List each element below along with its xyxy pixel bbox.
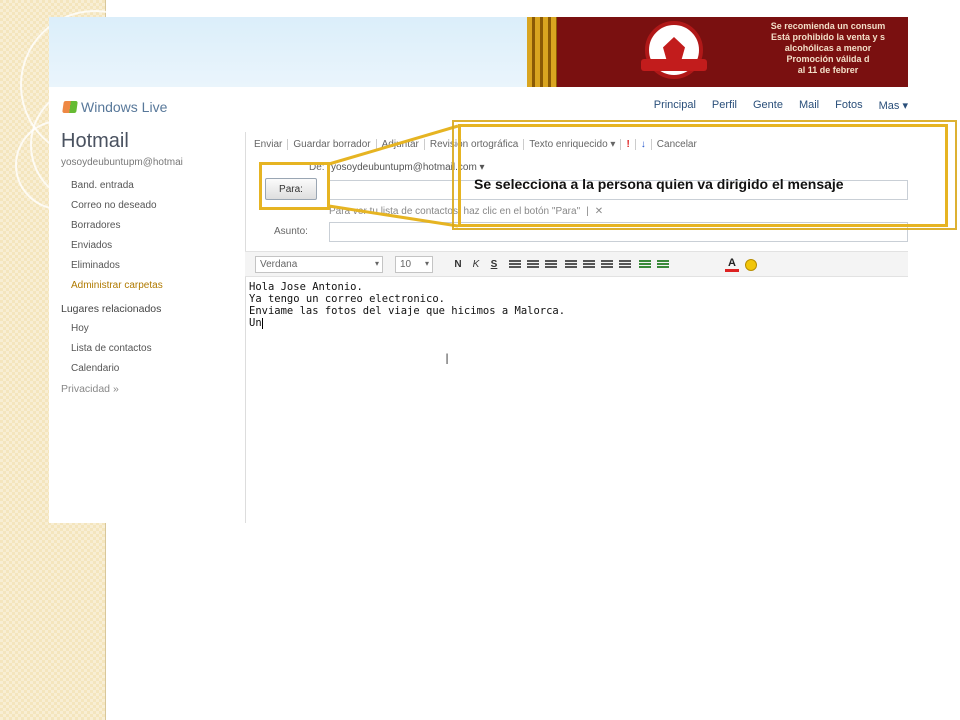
sidebar-item-contacts[interactable]: Lista de contactos [71, 343, 152, 354]
body-line: Ya tengo un correo electronico. [249, 293, 445, 305]
sidebar-item-privacy[interactable]: Privacidad » [61, 383, 119, 395]
underline-button[interactable]: S [486, 256, 502, 273]
curtain-graphic [527, 17, 557, 87]
font-family-select[interactable]: Verdana ▾ [255, 256, 383, 273]
chevron-down-icon: ▾ [374, 259, 379, 268]
chevron-down-icon: ▾ [424, 259, 429, 268]
ibeam-cursor-icon: I [445, 352, 450, 368]
attach-button[interactable]: Adjuntar [377, 138, 425, 150]
emoticon-icon[interactable] [745, 259, 757, 271]
font-color-icon[interactable]: A [725, 258, 739, 272]
body-line-current: Un [249, 317, 899, 329]
sidebar-item-inbox[interactable]: Band. entrada [71, 180, 134, 191]
callout-text: Se selecciona a la persona quien va diri… [474, 176, 844, 192]
advertisement-banner[interactable]: Se recomienda un consum Está prohibido l… [527, 17, 908, 87]
sidebar-item-drafts[interactable]: Borradores [71, 220, 120, 231]
align-right-icon[interactable] [545, 260, 557, 269]
text-caret [261, 317, 263, 329]
sidebar-item-manage-folders[interactable]: Administrar carpetas [71, 280, 163, 291]
windows-live-logo[interactable]: Windows Live [62, 99, 168, 115]
promo-line: alcohólicas a menor [784, 43, 872, 53]
nav-link-gente[interactable]: Gente [753, 99, 783, 112]
promo-line: Está prohibido la venta y s [770, 32, 886, 42]
body-line-text: Un [249, 317, 262, 329]
highlight-icon[interactable] [639, 260, 651, 269]
indent-icon[interactable] [619, 260, 631, 269]
sidebar-item-sent[interactable]: Enviados [71, 240, 112, 251]
nav-link-mail[interactable]: Mail [799, 99, 819, 112]
promo-line: al 11 de febrer [797, 65, 859, 75]
bullet-list-icon[interactable] [583, 260, 595, 269]
bold-button[interactable]: N [450, 256, 466, 273]
nav-link-principal[interactable]: Principal [654, 99, 696, 112]
italic-button[interactable]: K [468, 256, 484, 273]
nav-link-fotos[interactable]: Fotos [835, 99, 863, 112]
subject-label: Asunto: [274, 226, 308, 237]
sidebar-item-calendar[interactable]: Calendario [71, 363, 119, 374]
brand-logo-band [641, 59, 707, 71]
promo-line: Promoción válida d [786, 54, 870, 64]
promo-line: Se recomienda un consum [770, 21, 886, 31]
to-button-highlight [259, 162, 330, 210]
font-size-value: 10 [400, 259, 412, 270]
format-toolbar: Verdana ▾ 10 ▾ N K S A [245, 251, 908, 277]
font-size-select[interactable]: 10 ▾ [395, 256, 433, 273]
numbered-list-icon[interactable] [565, 260, 577, 269]
align-center-icon[interactable] [527, 260, 539, 269]
outdent-icon[interactable] [601, 260, 613, 269]
nav-link-perfil[interactable]: Perfil [712, 99, 737, 112]
promo-text: Se recomienda un consum Está prohibido l… [743, 21, 908, 76]
hotmail-screenshot: Se recomienda un consum Está prohibido l… [49, 17, 908, 523]
nav-links: Principal Perfil Gente Mail Fotos Mas ▾ [638, 99, 908, 112]
sidebar: Hotmail yosoydeubuntupm@hotmai Band. ent… [49, 127, 239, 523]
sidebar-item-today[interactable]: Hoy [71, 323, 89, 334]
sidebar-item-junk[interactable]: Correo no deseado [71, 200, 157, 211]
nav-link-mas[interactable]: Mas ▾ [879, 99, 908, 112]
message-body[interactable]: Hola Jose Antonio. Ya tengo un correo el… [249, 281, 899, 329]
hotmail-title: Hotmail [61, 130, 129, 152]
send-button[interactable]: Enviar [249, 138, 289, 150]
body-line: Hola Jose Antonio. [249, 281, 363, 293]
account-name[interactable]: yosoydeubuntupm@hotmai [61, 157, 183, 168]
windows-flag-icon [62, 101, 78, 113]
align-left-icon[interactable] [509, 260, 521, 269]
body-line: Enviame las fotos del viaje que hicimos … [249, 305, 566, 317]
divider [245, 132, 246, 523]
save-draft-button[interactable]: Guardar borrador [288, 138, 377, 150]
windows-live-label: Windows Live [81, 99, 168, 115]
slide: Se recomienda un consum Está prohibido l… [0, 0, 960, 720]
link-icon[interactable] [657, 260, 669, 269]
sidebar-section-related: Lugares relacionados [61, 303, 162, 315]
sidebar-item-deleted[interactable]: Eliminados [71, 260, 120, 271]
font-family-value: Verdana [260, 259, 298, 270]
